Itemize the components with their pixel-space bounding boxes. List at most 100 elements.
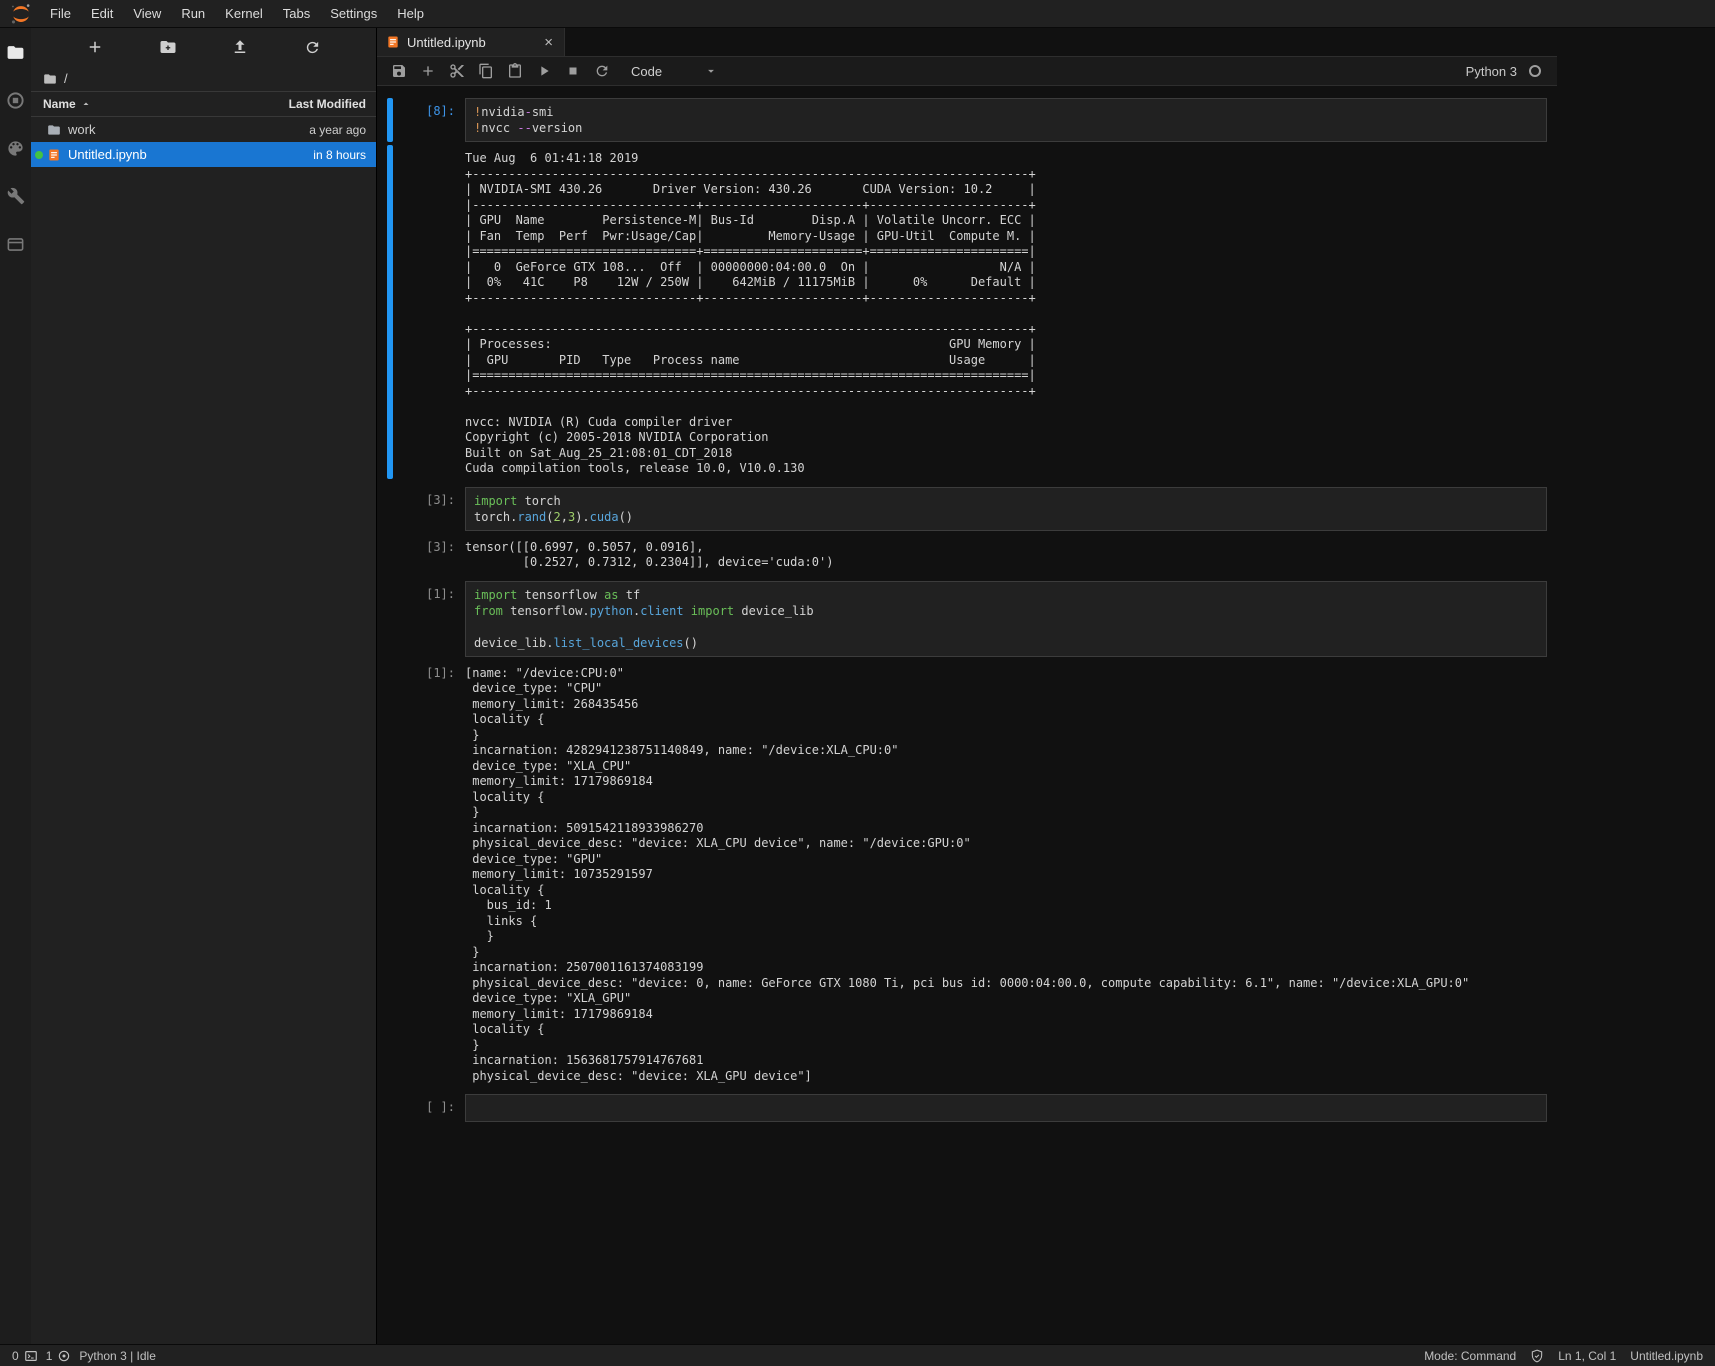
file-name: Untitled.ipynb — [68, 147, 313, 162]
new-folder-button[interactable] — [159, 38, 177, 56]
new-launcher-button[interactable] — [86, 38, 104, 56]
jupyter-logo-icon — [10, 3, 32, 25]
code-editor[interactable] — [465, 1094, 1547, 1122]
sort-ascending-icon — [80, 98, 92, 110]
output-collapser[interactable] — [387, 145, 393, 479]
trusted-shield-icon — [1530, 1349, 1544, 1363]
folder-icon — [47, 123, 61, 137]
input-prompt: [8]: — [401, 98, 465, 142]
statusbar-filename: Untitled.ipynb — [1630, 1349, 1703, 1363]
save-button[interactable] — [385, 59, 412, 83]
file-list-header: Name Last Modified — [31, 91, 376, 117]
tab-bar: Untitled.ipynb × — [377, 28, 1557, 57]
run-icon — [536, 63, 552, 79]
menu-edit[interactable]: Edit — [81, 0, 123, 28]
file-modified: a year ago — [309, 123, 366, 137]
tab-untitled-ipynb[interactable]: Untitled.ipynb × — [377, 28, 565, 56]
input-prompt: [1]: — [401, 581, 465, 657]
cell-0[interactable]: [8]:!nvidia-smi!nvcc --versionTue Aug 6 … — [387, 94, 1547, 483]
cell-collapser[interactable] — [387, 487, 393, 531]
save-icon — [391, 63, 407, 79]
notebook-content[interactable]: [8]:!nvidia-smi!nvcc --versionTue Aug 6 … — [377, 86, 1557, 1344]
files-icon — [6, 43, 25, 62]
sidebar-tab-property-inspector[interactable] — [0, 172, 31, 220]
code-editor[interactable]: import tensorflow as tffrom tensorflow.p… — [465, 581, 1547, 657]
input-prompt: [ ]: — [401, 1094, 465, 1122]
column-last-modified[interactable]: Last Modified — [289, 97, 366, 111]
menu-view[interactable]: View — [123, 0, 171, 28]
sidebar-tab-running-sessions[interactable] — [0, 76, 31, 124]
jupyterlab-window: FileEditViewRunKernelTabsSettingsHelp — [0, 0, 1715, 1366]
cut-cells-button[interactable] — [443, 59, 470, 83]
notebook-icon — [386, 35, 400, 49]
code-editor[interactable]: import torchtorch.rand(2,3).cuda() — [465, 487, 1547, 531]
app-body: / Name Last Modified worka year agoUntit… — [0, 28, 1715, 1344]
kernel-idle-icon[interactable] — [1529, 65, 1541, 77]
menu-file[interactable]: File — [40, 0, 81, 28]
run-cell-button[interactable] — [530, 59, 557, 83]
paste-icon — [507, 63, 523, 79]
kernel-name[interactable]: Python 3 — [1466, 64, 1517, 79]
plus-icon — [86, 38, 104, 56]
output-collapser[interactable] — [387, 660, 393, 1087]
cell-type-dropdown[interactable]: Code — [627, 62, 722, 81]
open-tabs-icon — [6, 235, 25, 254]
cell-1[interactable]: [3]:import torchtorch.rand(2,3).cuda()[3… — [387, 483, 1547, 577]
interrupt-kernel-button[interactable] — [559, 59, 586, 83]
new-folder-icon — [159, 38, 177, 56]
cell-collapser[interactable] — [387, 98, 393, 142]
code-editor[interactable]: !nvidia-smi!nvcc --version — [465, 98, 1547, 142]
left-sidebar — [0, 28, 31, 1344]
menu-help[interactable]: Help — [387, 0, 434, 28]
tab-title: Untitled.ipynb — [407, 35, 486, 50]
output-prompt: [3]: — [401, 534, 465, 573]
copy-cells-button[interactable] — [472, 59, 499, 83]
terminals-count: 0 — [12, 1349, 19, 1363]
cursor-position[interactable]: Ln 1, Col 1 — [1558, 1349, 1616, 1363]
file-modified: in 8 hours — [313, 148, 366, 162]
menu-run[interactable]: Run — [171, 0, 215, 28]
plus-icon — [420, 63, 436, 79]
command-mode-indicator[interactable]: Mode: Command — [1424, 1349, 1516, 1363]
restart-kernel-button[interactable] — [588, 59, 615, 83]
wrench-icon — [7, 187, 25, 205]
breadcrumb[interactable]: / — [31, 66, 376, 91]
sidebar-tab-command-palette[interactable] — [0, 124, 31, 172]
running-sessions-icon — [6, 91, 25, 110]
status-bar: 0 1 Python 3 | Idle Mode: Command Ln 1, … — [0, 1344, 1715, 1366]
cell-collapser[interactable] — [387, 581, 393, 657]
kernel-sessions[interactable]: 1 — [46, 1349, 72, 1363]
output-collapser[interactable] — [387, 534, 393, 573]
file-row-work[interactable]: worka year ago — [31, 117, 376, 142]
file-row-Untitled.ipynb[interactable]: Untitled.ipynbin 8 hours — [31, 142, 376, 167]
cell-output-row: [1]:[name: "/device:CPU:0" device_type: … — [387, 660, 1547, 1087]
upload-button[interactable] — [231, 38, 249, 56]
sidebar-tab-open-tabs[interactable] — [0, 220, 31, 268]
copy-icon — [478, 63, 494, 79]
cell-3[interactable]: [ ]: — [387, 1090, 1547, 1126]
cell-input-row: [8]:!nvidia-smi!nvcc --version — [387, 98, 1547, 142]
add-cell-button[interactable] — [414, 59, 441, 83]
menu-kernel[interactable]: Kernel — [215, 0, 273, 28]
cell-collapser[interactable] — [387, 1094, 393, 1122]
kernel-status-text[interactable]: Python 3 | Idle — [79, 1349, 156, 1363]
input-prompt: [3]: — [401, 487, 465, 531]
paste-cells-button[interactable] — [501, 59, 528, 83]
file-browser-toolbar — [31, 28, 376, 66]
menubar-items: FileEditViewRunKernelTabsSettingsHelp — [40, 0, 434, 28]
menu-settings[interactable]: Settings — [320, 0, 387, 28]
cell-2[interactable]: [1]:import tensorflow as tffrom tensorfl… — [387, 577, 1547, 1091]
menu-tabs[interactable]: Tabs — [273, 0, 320, 28]
breadcrumb-root[interactable]: / — [64, 71, 68, 86]
close-tab-icon[interactable]: × — [542, 34, 555, 51]
sidebar-tab-file-browser[interactable] — [0, 28, 31, 76]
terminals-sessions[interactable]: 0 — [12, 1349, 38, 1363]
output-prompt: [1]: — [401, 660, 465, 1087]
kernels-count: 1 — [46, 1349, 53, 1363]
refresh-file-list-button[interactable] — [304, 39, 321, 56]
column-name[interactable]: Name — [43, 97, 76, 111]
notebook-panel: Untitled.ipynb × — [376, 28, 1557, 1344]
notebook-trusted-indicator[interactable] — [1530, 1349, 1544, 1363]
cell-output-text: tensor([[0.6997, 0.5057, 0.0916], [0.252… — [465, 534, 1547, 573]
notebook-icon — [47, 148, 61, 162]
